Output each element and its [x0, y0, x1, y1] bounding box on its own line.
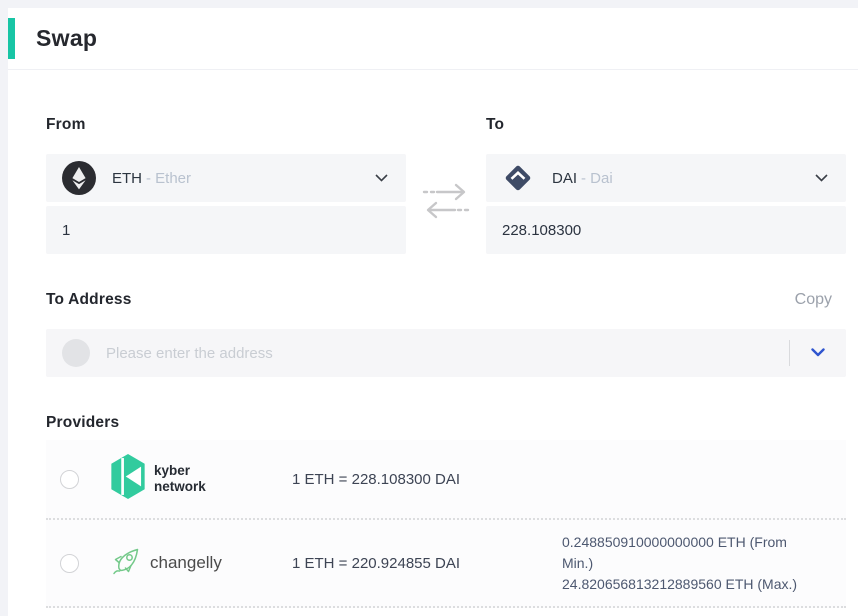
kyber-logo-text: kyber network — [154, 463, 206, 494]
chevron-down-icon — [815, 174, 828, 182]
providers-list: kyber network 1 ETH = 228.108300 DAI — [46, 440, 846, 608]
changelly-logo-text: changelly — [150, 553, 222, 573]
address-avatar — [62, 339, 90, 367]
swap-direction — [406, 116, 486, 254]
copy-button[interactable]: Copy — [795, 291, 832, 309]
kyber-radio-button[interactable] — [60, 470, 79, 489]
changelly-rate: 1 ETH = 220.924855 DAI — [292, 555, 562, 572]
changelly-logo: changelly — [110, 545, 292, 582]
address-dropdown-button[interactable] — [790, 329, 846, 377]
accent-bar — [8, 18, 15, 59]
chevron-down-icon — [375, 174, 388, 182]
changelly-radio-button[interactable] — [60, 554, 79, 573]
to-address-label: To Address — [46, 291, 132, 309]
from-label: From — [46, 116, 406, 134]
dai-icon — [502, 161, 536, 195]
changelly-limits: 0.248850910000000000 ETH (From Min.) 24.… — [562, 532, 810, 595]
from-token-name: - Ether — [146, 170, 191, 187]
changelly-max-limit: 24.820656813212889560 ETH (Max.) — [562, 574, 810, 595]
changelly-min-limit: 0.248850910000000000 ETH (From Min.) — [562, 532, 810, 574]
card-header: Swap — [8, 8, 858, 70]
divider — [46, 606, 846, 608]
to-label: To — [486, 116, 846, 134]
swap-section: From ETH - Ether — [46, 116, 846, 254]
chevron-down-icon — [811, 344, 825, 362]
from-column: From ETH - Ether — [46, 116, 406, 254]
kyber-rate: 1 ETH = 228.108300 DAI — [292, 471, 562, 488]
provider-row-changelly[interactable]: changelly 1 ETH = 220.924855 DAI 0.24885… — [46, 520, 846, 606]
to-amount-input[interactable] — [486, 206, 846, 254]
swap-arrows-icon — [421, 180, 471, 227]
ethereum-icon — [62, 161, 96, 195]
kyber-text-line1: kyber — [154, 463, 206, 479]
kyber-network-logo-icon — [110, 453, 146, 505]
from-amount-input[interactable] — [46, 206, 406, 254]
address-input-box — [46, 329, 846, 377]
to-token-symbol: DAI — [552, 170, 577, 187]
address-header: To Address Copy — [46, 291, 846, 309]
address-input[interactable] — [104, 344, 789, 363]
provider-row-kyber[interactable]: kyber network 1 ETH = 228.108300 DAI — [46, 440, 846, 518]
kyber-text-line2: network — [154, 479, 206, 495]
to-column: To DAI - Dai — [486, 116, 846, 254]
changelly-rocket-logo-icon — [110, 545, 144, 582]
page-title: Swap — [36, 25, 97, 52]
from-token-select[interactable]: ETH - Ether — [46, 154, 406, 202]
to-token-select[interactable]: DAI - Dai — [486, 154, 846, 202]
to-token-name: - Dai — [581, 170, 613, 187]
swap-card: Swap From ETH - Ether — [8, 8, 858, 616]
from-token-symbol: ETH — [112, 170, 142, 187]
providers-label: Providers — [46, 414, 846, 432]
kyber-logo: kyber network — [110, 453, 292, 505]
card-body: From ETH - Ether — [8, 70, 858, 608]
